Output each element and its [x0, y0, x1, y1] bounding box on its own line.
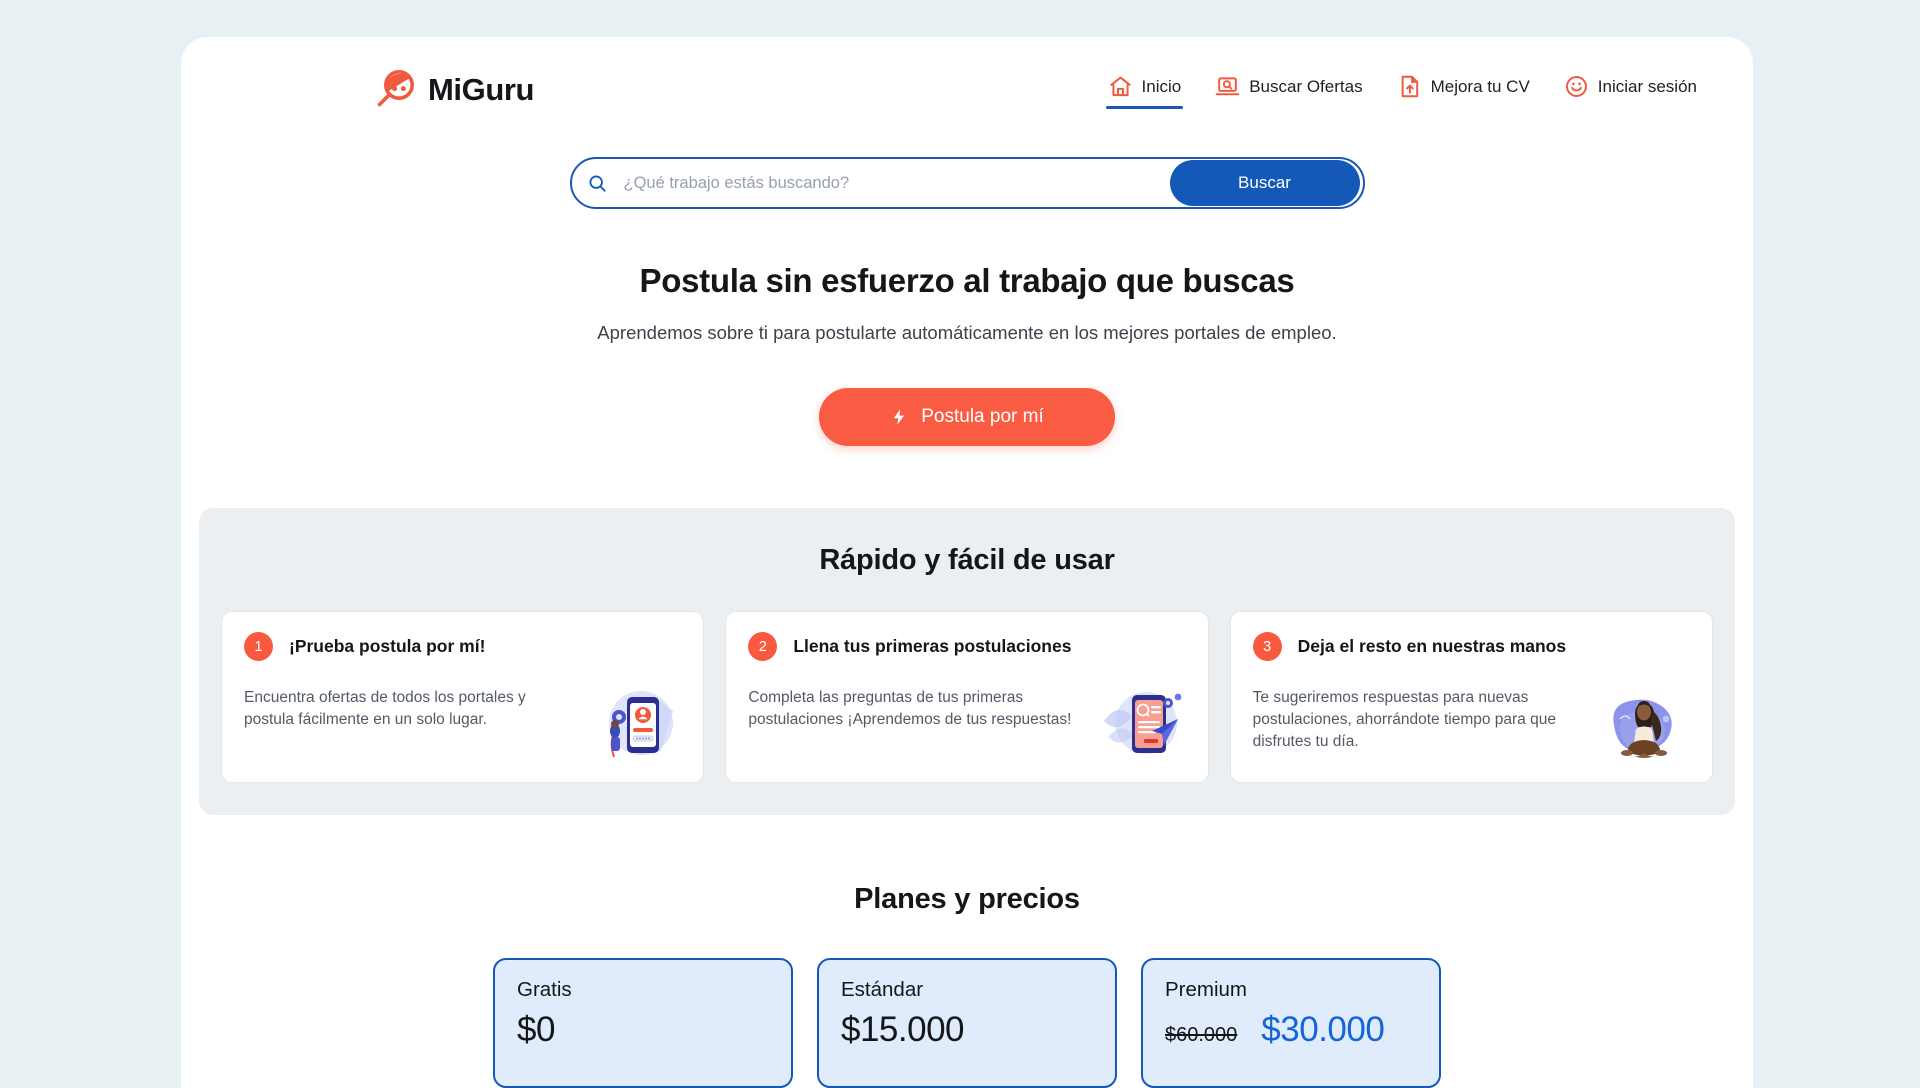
step-header: 1 ¡Prueba postula por mí!: [244, 632, 681, 661]
step-body: Te sugeriremos respuestas para nuevas po…: [1253, 681, 1690, 768]
plan-price: $15.000: [841, 1010, 965, 1049]
laptop-search-icon: [1215, 77, 1240, 96]
smiley-face-icon: [1565, 76, 1587, 97]
step-header: 2 Llena tus primeras postulaciones: [748, 632, 1185, 661]
plan-old-price: $60.000: [1165, 1024, 1238, 1046]
step-body: Completa las preguntas de tus primeras p…: [748, 681, 1185, 768]
plan-price-row: $0: [517, 1010, 769, 1050]
home-icon: [1109, 76, 1131, 97]
nav-label: Inicio: [1141, 76, 1182, 96]
search-section: Buscar: [181, 142, 1753, 209]
step-number-badge: 1: [244, 632, 273, 661]
pricing-section-title: Planes y precios: [854, 883, 1080, 915]
step-title: Llena tus primeras postulaciones: [793, 636, 1072, 656]
site-header: MiGuru Inicio Buscar Ofertas Mejora tu C…: [181, 37, 1753, 142]
postula-por-mi-button[interactable]: Postula por mí: [819, 388, 1115, 446]
phone-profile-illustration-icon: [609, 691, 674, 758]
plan-card-estandar[interactable]: Estándar $15.000: [817, 958, 1117, 1088]
plans-grid: Gratis $0 Estándar $15.000 Premium $60.0…: [181, 958, 1753, 1088]
nav-label: Mejora tu CV: [1430, 76, 1530, 96]
step-body: Encuentra ofertas de todos los portales …: [244, 681, 681, 768]
step-header: 3 Deja el resto en nuestras manos: [1252, 632, 1690, 661]
plan-price: $0: [517, 1010, 555, 1049]
step-description: Encuentra ofertas de todos los portales …: [244, 689, 526, 728]
plan-name: Gratis: [517, 978, 572, 1001]
steps-section-title: Rápido y fácil de usar: [819, 544, 1115, 576]
search-icon: [572, 173, 624, 194]
phone-form-paperplane-illustration-icon: [1103, 692, 1182, 754]
plan-name: Premium: [1165, 978, 1248, 1001]
plan-card-gratis[interactable]: Gratis $0: [493, 958, 793, 1088]
hero-section: Postula sin esfuerzo al trabajo que busc…: [181, 209, 1753, 446]
plan-name: Estándar: [841, 978, 924, 1001]
hero-title: Postula sin esfuerzo al trabajo que busc…: [639, 262, 1295, 299]
nav-label: Buscar Ofertas: [1249, 76, 1363, 96]
document-upload-icon: [1401, 75, 1418, 98]
meditating-woman-illustration-icon: [1613, 699, 1672, 758]
step-card: 1 ¡Prueba postula por mí! Encuentra ofer…: [221, 611, 705, 783]
plan-price: $30.000: [1261, 1010, 1385, 1049]
hero-subtitle: Aprendemos sobre ti para postularte auto…: [597, 322, 1337, 343]
miguru-magnifier-face-logo-icon: [377, 69, 414, 106]
plan-card-premium[interactable]: Premium $60.000 $30.000: [1141, 958, 1441, 1088]
search-input[interactable]: [623, 159, 1170, 207]
main-navigation: Inicio Buscar Ofertas Mejora tu CV Inici…: [1105, 70, 1699, 109]
lightning-bolt-icon: [894, 409, 905, 425]
nav-item-buscar-ofertas[interactable]: Buscar Ofertas: [1213, 70, 1364, 109]
steps-section: Rápido y fácil de usar 1 ¡Prueba postula…: [199, 508, 1735, 815]
search-bar: Buscar: [569, 157, 1365, 209]
brand-logo-link[interactable]: MiGuru: [191, 67, 534, 113]
step-title: ¡Prueba postula por mí!: [289, 636, 486, 656]
nav-label: Iniciar sesión: [1597, 76, 1697, 96]
plan-price-row: $15.000: [841, 1010, 1093, 1050]
steps-grid: 1 ¡Prueba postula por mí! Encuentra ofer…: [221, 611, 1713, 783]
step-description: Completa las preguntas de tus primeras p…: [748, 689, 1072, 728]
nav-item-inicio[interactable]: Inicio: [1105, 70, 1184, 109]
brand-name: MiGuru: [428, 71, 535, 107]
postula-por-mi-label: Postula por mí: [921, 406, 1044, 427]
step-number-badge: 2: [748, 632, 778, 661]
page-container: MiGuru Inicio Buscar Ofertas Mejora tu C…: [181, 37, 1753, 1088]
pricing-section: Planes y precios Gratis $0 Estándar $15.…: [181, 883, 1753, 1088]
search-submit-button[interactable]: Buscar: [1169, 160, 1360, 206]
step-card: 3 Deja el resto en nuestras manos Te sug…: [1229, 611, 1713, 783]
step-card: 2 Llena tus primeras postulaciones Compl…: [725, 611, 1209, 783]
nav-item-iniciar-sesion[interactable]: Iniciar sesión: [1562, 70, 1699, 109]
hero-cta-wrapper: Postula por mí: [181, 388, 1753, 446]
plan-price-row: $60.000 $30.000: [1165, 1010, 1417, 1050]
step-description: Te sugeriremos respuestas para nuevas po…: [1252, 689, 1556, 750]
step-number-badge: 3: [1252, 632, 1282, 661]
step-title: Deja el resto en nuestras manos: [1297, 636, 1567, 656]
nav-item-mejora-tu-cv[interactable]: Mejora tu CV: [1395, 70, 1532, 109]
